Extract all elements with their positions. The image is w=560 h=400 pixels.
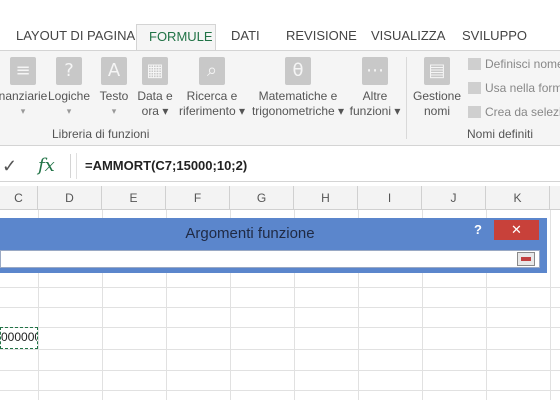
column-header-g[interactable]: G [230,186,294,210]
tab-formule[interactable]: FORMULE [136,24,216,51]
function-arguments-dialog: Argomenti funzione ? ✕ [0,218,547,273]
confirm-icon[interactable]: ✓ [2,156,17,177]
math-button[interactable]: θ Matematiche e trigonometriche ▾ [248,57,348,119]
formula-bar-divider [70,154,71,178]
date-time-icon: ▦ [142,57,168,85]
logical-label: Logiche [47,89,91,103]
use-in-formula-button[interactable]: Usa nella form [468,81,560,95]
tab-revisione[interactable]: REVISIONE [286,28,357,43]
name-manager-label-1: Gestione [412,89,462,103]
create-from-selection-icon [468,106,481,118]
ribbon: ≡ nanziarie ▾ ? Logiche ▾ A Testo ▾ ▦ Da… [0,50,560,146]
help-button[interactable]: ? [474,222,482,237]
column-header-k[interactable]: K [486,186,550,210]
date-time-button[interactable]: ▦ Data e ora ▾ [134,57,176,119]
lookup-icon: ⌕ [199,57,225,85]
financial-button[interactable]: ≡ nanziarie ▾ [0,57,48,119]
excel-window: LAYOUT DI PAGINA FORMULE DATI REVISIONE … [0,0,560,400]
insert-function-icon[interactable]: fx [38,155,55,176]
math-label-2: trigonometriche ▾ [251,104,345,118]
text-label: Testo [99,89,129,103]
logical-icon: ? [56,57,82,85]
more-functions-label-1: Altre [362,89,388,103]
create-from-selection-label: Crea da selezio [485,105,560,119]
column-header-c[interactable]: C [0,186,38,210]
math-icon: θ [285,57,311,85]
column-header-d[interactable]: D [38,186,102,210]
column-headers: C D E F G H I J K [0,186,560,210]
date-time-label-2: ora ▾ [141,104,169,118]
define-name-label: Definisci nome [485,57,560,71]
grid-line [0,307,560,308]
name-manager-icon: ▤ [424,57,450,85]
financial-caret: ▾ [20,106,26,116]
column-header-e[interactable]: E [102,186,166,210]
use-in-formula-icon [468,82,481,94]
text-button[interactable]: A Testo ▾ [95,57,133,119]
dialog-title: Argomenti funzione [185,225,315,242]
tab-visualizza[interactable]: VISUALIZZA [371,28,445,43]
define-name-button[interactable]: Definisci nome [468,57,560,71]
ribbon-group-separator [406,57,407,139]
grid-line [0,370,560,371]
lookup-label-1: Ricerca e [186,89,238,103]
create-from-selection-button[interactable]: Crea da selezio [468,105,560,119]
tab-dati[interactable]: DATI [231,28,260,43]
grid-line [0,327,560,328]
tab-formule-label: FORMULE [149,29,213,44]
tab-sviluppo[interactable]: SVILUPPO [462,28,527,43]
more-functions-icon: ⋯ [362,57,388,85]
logical-button[interactable]: ? Logiche ▾ [44,57,94,119]
argument-input[interactable] [0,250,540,268]
lookup-label-2: riferimento ▾ [178,104,246,118]
define-name-icon [468,58,481,70]
formula-input[interactable]: =AMMORT(C7;15000;10;2) [76,153,560,179]
date-time-label-1: Data e [137,89,173,103]
grid-line [0,390,560,391]
expand-dialog-icon[interactable] [517,252,535,266]
grid-line [550,210,551,400]
text-icon: A [101,57,127,85]
grid-line [0,287,560,288]
selected-cell[interactable]: 000000 [0,327,38,349]
use-in-formula-label: Usa nella form [485,81,560,95]
column-header-h[interactable]: H [294,186,358,210]
grid-line [0,349,560,350]
financial-icon: ≡ [10,57,36,85]
more-functions-button[interactable]: ⋯ Altre funzioni ▾ [348,57,402,119]
logical-caret: ▾ [66,106,72,116]
name-manager-button[interactable]: ▤ Gestione nomi [410,57,464,119]
formula-bar: ✓ fx =AMMORT(C7;15000;10;2) [0,150,560,182]
column-header-i[interactable]: I [358,186,422,210]
tab-layout-di-pagina[interactable]: LAYOUT DI PAGINA [16,28,135,43]
math-label-1: Matematiche e [258,89,338,103]
function-library-group-label: Libreria di funzioni [52,127,150,141]
column-header-f[interactable]: F [166,186,230,210]
text-caret: ▾ [111,106,117,116]
defined-names-group-label: Nomi definiti [467,127,534,141]
ribbon-tabs: LAYOUT DI PAGINA FORMULE DATI REVISIONE … [0,0,560,51]
column-header-j[interactable]: J [422,186,486,210]
financial-label: nanziarie [0,89,48,103]
name-manager-label-2: nomi [423,104,450,118]
lookup-button[interactable]: ⌕ Ricerca e riferimento ▾ [178,57,246,119]
more-functions-label-2: funzioni ▾ [349,104,401,118]
close-button[interactable]: ✕ [494,220,539,240]
